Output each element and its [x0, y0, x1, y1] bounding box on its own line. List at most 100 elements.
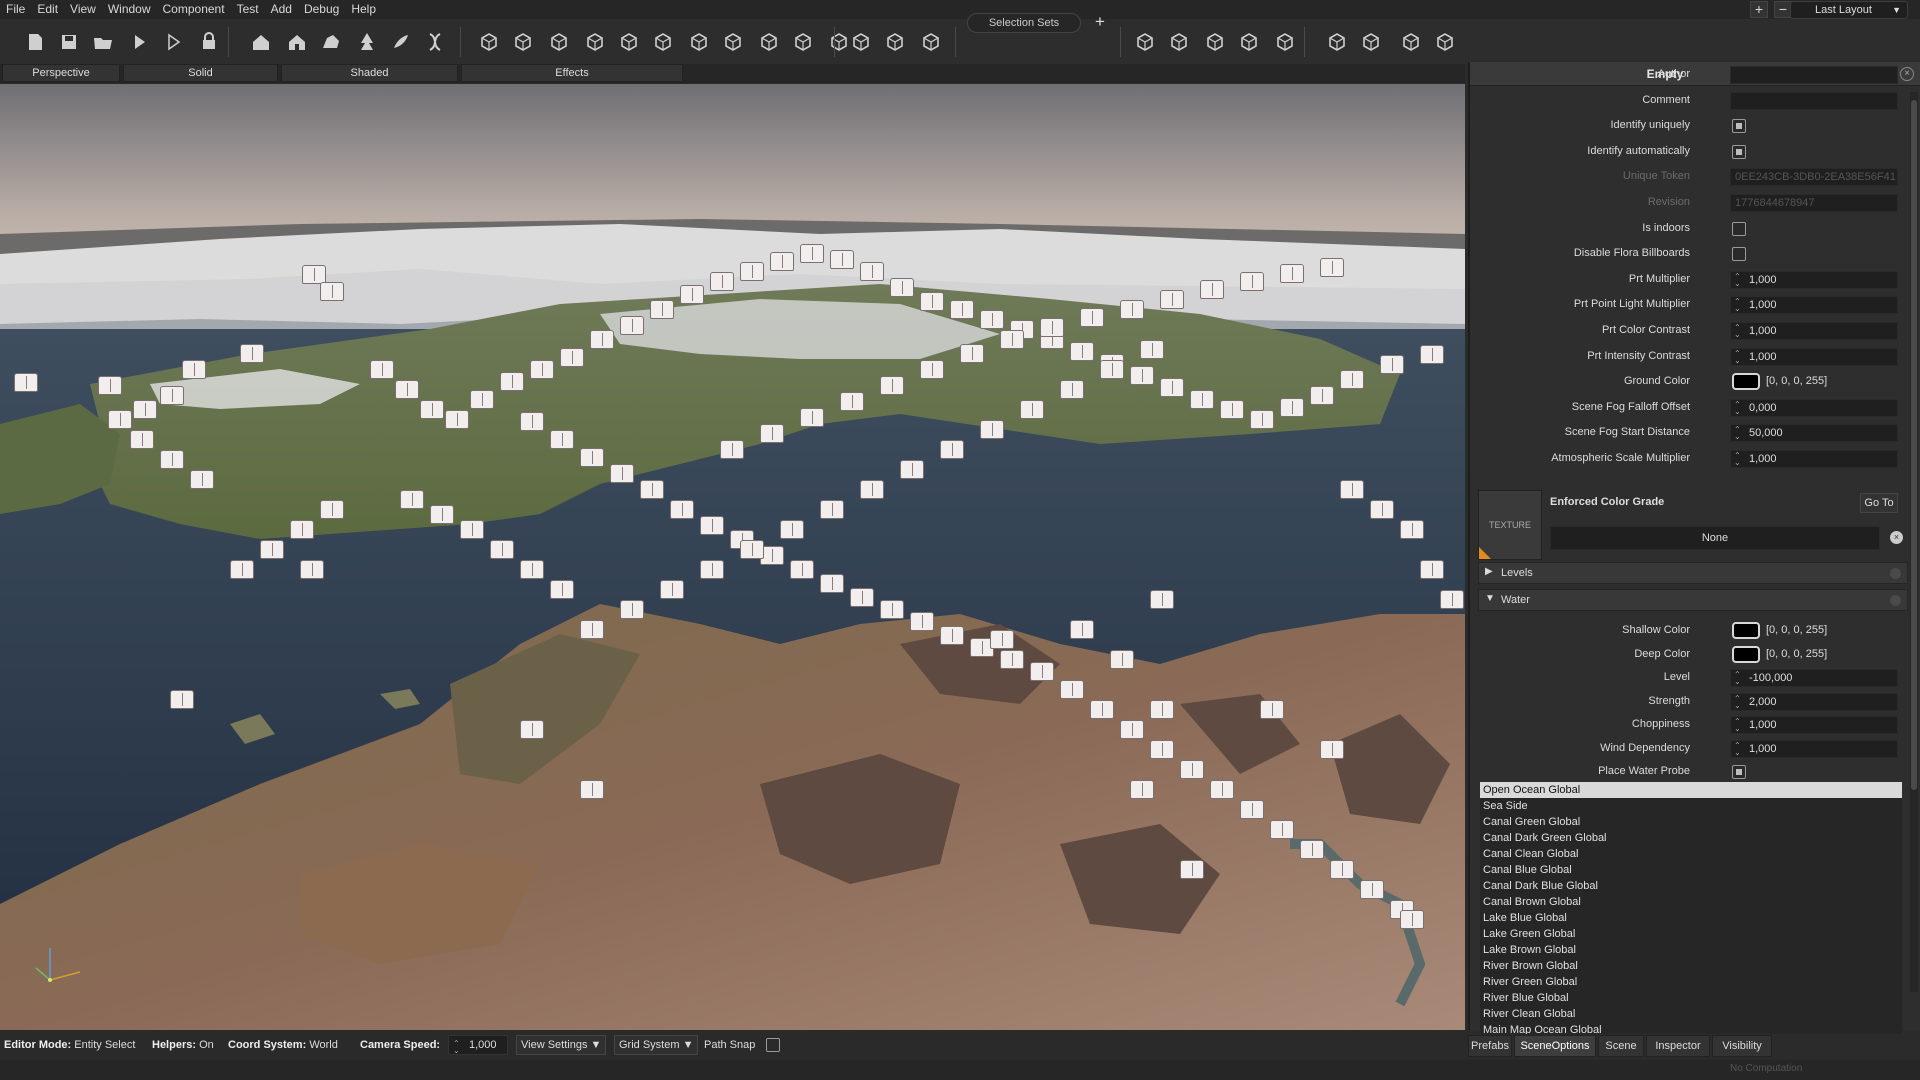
entity-marker-icon[interactable] — [650, 300, 674, 319]
terrain-icon[interactable] — [1132, 29, 1158, 55]
entity-marker-icon[interactable] — [990, 630, 1014, 649]
list-item[interactable]: Lake Green Global — [1480, 926, 1902, 942]
list-item[interactable]: Main Map Ocean Global — [1480, 1022, 1902, 1034]
entity-marker-icon[interactable] — [395, 380, 419, 399]
gi-cube-icon[interactable] — [1272, 29, 1298, 55]
pin-move-icon[interactable] — [848, 29, 874, 55]
entity-marker-icon[interactable] — [980, 310, 1004, 329]
spinner-icon[interactable]: ⌃ ⌄ — [1734, 741, 1741, 756]
view-settings-button[interactable]: View Settings ▼ — [516, 1035, 607, 1055]
place-water-probe-checkbox[interactable] — [1732, 765, 1746, 779]
entity-marker-icon[interactable] — [1320, 740, 1344, 759]
entity-marker-icon[interactable] — [1090, 700, 1114, 719]
save-icon[interactable] — [56, 29, 82, 55]
pin-scale-icon[interactable] — [918, 29, 944, 55]
entity-marker-icon[interactable] — [860, 262, 884, 281]
entity-marker-icon[interactable] — [470, 390, 494, 409]
entity-marker-icon[interactable] — [190, 470, 214, 489]
entity-marker-icon[interactable] — [1160, 290, 1184, 309]
entity-marker-icon[interactable] — [1080, 308, 1104, 327]
entity-marker-icon[interactable] — [1370, 500, 1394, 519]
entity-marker-icon[interactable] — [1200, 280, 1224, 299]
entity-marker-icon[interactable] — [430, 505, 454, 524]
entity-marker-icon[interactable] — [160, 386, 184, 405]
is-indoors-checkbox[interactable] — [1732, 221, 1746, 236]
strength-input[interactable]: ⌃ ⌄ 2,000 — [1730, 692, 1898, 711]
tab-effects[interactable]: Effects — [461, 64, 683, 82]
entity-marker-icon[interactable] — [240, 344, 264, 363]
entity-marker-icon[interactable] — [1440, 590, 1464, 609]
warning-icon[interactable] — [1398, 29, 1424, 55]
clear-icon[interactable]: × — [1890, 531, 1903, 544]
entity-marker-icon[interactable] — [1270, 820, 1294, 839]
list-item[interactable]: River Brown Global — [1480, 958, 1902, 974]
spinner-icon[interactable]: ⌃ ⌄ — [1734, 400, 1741, 415]
menu-help[interactable]: Help — [345, 0, 382, 19]
entity-marker-icon[interactable] — [720, 440, 744, 459]
tab-scene[interactable]: Scene — [1598, 1035, 1644, 1057]
entity-marker-icon[interactable] — [1000, 650, 1024, 669]
entity-marker-icon[interactable] — [445, 410, 469, 429]
entity-marker-icon[interactable] — [500, 372, 524, 391]
entity-marker-icon[interactable] — [1320, 258, 1344, 277]
cube-move-icon[interactable] — [582, 29, 608, 55]
brush-icon[interactable] — [388, 29, 414, 55]
lock-icon[interactable] — [196, 29, 222, 55]
entity-marker-icon[interactable] — [610, 464, 634, 483]
entity-marker-icon[interactable] — [370, 360, 394, 379]
entity-marker-icon[interactable] — [890, 278, 914, 297]
spinner-icon[interactable]: ⌃ ⌄ — [1734, 349, 1741, 364]
entity-marker-icon[interactable] — [770, 252, 794, 271]
entity-marker-icon[interactable] — [950, 300, 974, 319]
entity-marker-icon[interactable] — [1300, 840, 1324, 859]
entity-marker-icon[interactable] — [520, 412, 544, 431]
entity-marker-icon[interactable] — [1240, 800, 1264, 819]
selection-sets-field[interactable]: Selection Sets — [967, 13, 1081, 33]
entity-marker-icon[interactable] — [620, 316, 644, 335]
entity-marker-icon[interactable] — [1120, 300, 1144, 319]
entity-marker-icon[interactable] — [700, 516, 724, 535]
entity-marker-icon[interactable] — [680, 285, 704, 304]
spinner-icon[interactable]: ⌃ ⌄ — [1734, 671, 1741, 686]
prt-color-contrast-input[interactable]: ⌃ ⌄ 1,000 — [1730, 322, 1898, 340]
entity-marker-icon[interactable] — [790, 560, 814, 579]
list-item[interactable]: Lake Blue Global — [1480, 910, 1902, 926]
atmospheric-scale-multiplier-input[interactable]: ⌃ ⌄ 1,000 — [1730, 450, 1898, 468]
entity-marker-icon[interactable] — [780, 520, 804, 539]
menu-file[interactable]: File — [0, 0, 31, 19]
entity-marker-icon[interactable] — [860, 480, 884, 499]
section-water[interactable]: ▼ Water — [1478, 589, 1908, 611]
entity-marker-icon[interactable] — [1070, 342, 1094, 361]
entity-marker-icon[interactable] — [850, 588, 874, 607]
close-icon[interactable]: × — [1900, 67, 1914, 81]
menu-view[interactable]: View — [64, 0, 102, 19]
speaker-icon[interactable] — [1432, 29, 1458, 55]
entity-marker-icon[interactable] — [290, 520, 314, 539]
entity-marker-icon[interactable] — [1060, 680, 1084, 699]
entity-marker-icon[interactable] — [550, 430, 574, 449]
entity-marker-icon[interactable] — [940, 440, 964, 459]
entity-marker-icon[interactable] — [1240, 272, 1264, 291]
entity-marker-icon[interactable] — [1340, 480, 1364, 499]
entity-marker-icon[interactable] — [880, 600, 904, 619]
entity-marker-icon[interactable] — [1190, 390, 1214, 409]
scene-fog-start-distance-input[interactable]: ⌃ ⌄ 50,000 — [1730, 424, 1898, 443]
entity-marker-icon[interactable] — [1000, 330, 1024, 349]
entity-marker-icon[interactable] — [1150, 700, 1174, 719]
entity-marker-icon[interactable] — [880, 376, 904, 395]
identify-automatically-checkbox[interactable] — [1732, 144, 1746, 159]
list-item[interactable]: River Blue Global — [1480, 990, 1902, 1006]
menu-debug[interactable]: Debug — [298, 0, 345, 19]
wind-dependency-input[interactable]: ⌃ ⌄ 1,000 — [1730, 739, 1898, 758]
brain-icon[interactable] — [1236, 29, 1262, 55]
identify-uniquely-checkbox[interactable] — [1732, 119, 1746, 134]
list-item[interactable]: Sea Side — [1480, 798, 1902, 814]
entity-marker-icon[interactable] — [1040, 318, 1064, 337]
pin-rotate-icon[interactable] — [882, 29, 908, 55]
scene-fog-falloff-offset-input[interactable]: ⌃ ⌄ 0,000 — [1730, 398, 1898, 417]
list-item[interactable]: Canal Brown Global — [1480, 894, 1902, 910]
list-item[interactable]: Canal Green Global — [1480, 814, 1902, 830]
cube-icon[interactable] — [476, 29, 502, 55]
choppiness-input[interactable]: ⌃ ⌄ 1,000 — [1730, 716, 1898, 734]
list-item[interactable]: River Clean Global — [1480, 1006, 1902, 1022]
